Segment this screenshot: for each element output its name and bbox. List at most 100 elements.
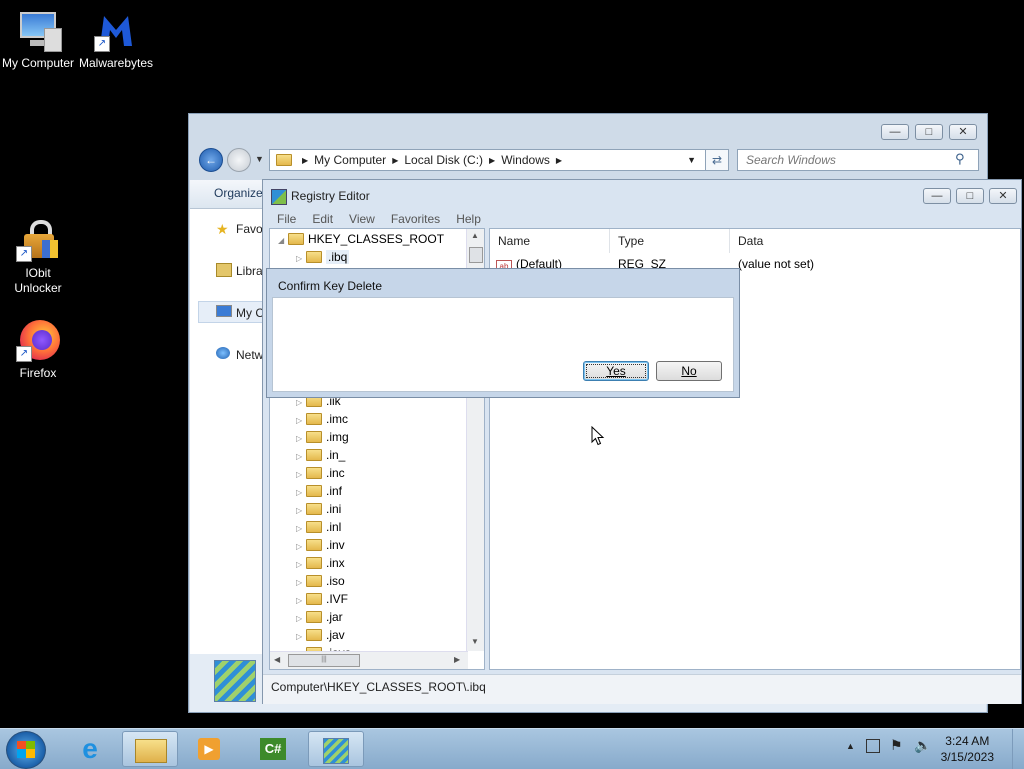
menu-edit[interactable]: Edit [304,210,341,228]
tree-node[interactable]: ▷ .inc [296,464,345,482]
expand-arrow-icon[interactable]: ▷ [296,250,306,268]
show-hidden-icons-icon[interactable]: ▲ [846,741,855,751]
breadcrumb-item[interactable]: My Computer [314,153,386,167]
desktop-icon-label: Malwarebytes [78,56,154,70]
tree-horizontal-scrollbar[interactable]: ◀ ||| ▶ [270,651,468,669]
volume-icon[interactable]: 🔈 [914,737,931,754]
taskbar-windows-explorer[interactable] [122,731,178,767]
scrollbar-thumb[interactable] [469,247,483,263]
no-button[interactable]: No [656,361,722,381]
confirm-key-delete-dialog[interactable]: Confirm Key Delete Yes No [266,268,740,398]
address-bar[interactable]: ▶ My Computer ▶ Local Disk (C:) ▶ Window… [269,149,729,171]
tree-node[interactable]: ▷ .inf [296,482,342,500]
column-data[interactable]: Data [730,229,1020,253]
registry-editor-icon [271,189,287,205]
menu-help[interactable]: Help [448,210,489,228]
nav-item-network[interactable]: Netw [236,348,263,362]
column-name[interactable]: Name [490,229,610,253]
folder-icon [306,413,322,425]
folder-icon [306,251,322,263]
desktop-icon-malwarebytes[interactable]: ↗ Malwarebytes [78,8,154,71]
network-tray-icon[interactable] [866,739,880,753]
recent-pages-dropdown-icon[interactable]: ▼ [255,154,264,164]
address-dropdown-icon[interactable]: ▼ [687,155,696,165]
taskbar-registry-editor[interactable] [308,731,364,767]
tree-node-label: .IVF [326,592,349,606]
registry-editor-window[interactable]: Registry Editor — □ ✕ File Edit View Fav… [262,179,1022,704]
chevron-right-icon: ▶ [302,155,309,165]
scroll-up-icon[interactable]: ▲ [471,231,479,240]
maximize-button[interactable]: □ [956,188,984,204]
breadcrumb-item[interactable]: Local Disk (C:) [404,153,483,167]
tree-node[interactable]: ▷ .IVF [296,590,348,608]
collapse-arrow-icon[interactable]: ◢ [278,232,288,250]
breadcrumb-item[interactable]: Windows [501,153,550,167]
search-icon: ⚲ [955,151,965,166]
tree-node-label: .inf [326,484,343,498]
back-button[interactable]: ← [199,148,223,172]
tree-node[interactable]: ▷ .jar [296,608,343,626]
tree-node-label: HKEY_CLASSES_ROOT [308,232,445,246]
desktop-icon-firefox[interactable]: ↗ Firefox [0,318,76,381]
menu-file[interactable]: File [269,210,304,228]
start-button[interactable] [6,731,46,769]
folder-icon [306,503,322,515]
minimize-button[interactable]: — [881,124,909,140]
taskbar-csharp-app[interactable]: C# [246,731,302,767]
yes-button[interactable]: Yes [583,361,649,381]
minimize-button[interactable]: — [923,188,951,204]
close-button[interactable]: ✕ [989,188,1017,204]
taskbar: e ▶ C# ▲ ⚑ 🔈 3:24 AM 3/15/2023 [0,728,1024,769]
desktop-icon-iobit-unlocker[interactable]: ↗ IObit Unlocker [0,218,76,296]
organize-button[interactable]: Organize [214,186,263,200]
tree-node-label: .jar [326,610,343,624]
maximize-button[interactable]: □ [915,124,943,140]
nav-item-computer[interactable]: My C [236,306,264,320]
menu-favorites[interactable]: Favorites [383,210,448,228]
action-center-flag-icon[interactable]: ⚑ [890,737,903,754]
tree-node[interactable]: ▷ .img [296,428,349,446]
nav-item-libraries[interactable]: Libra [236,264,263,278]
computer-icon [216,305,232,317]
title-bar[interactable]: Registry Editor — □ ✕ [263,180,1021,212]
tree-node[interactable]: ▷ .inl [296,518,341,536]
tree-node[interactable]: ▷ .jav [296,626,345,644]
folder-icon [306,467,322,479]
clock-time: 3:24 AM [945,734,990,748]
scroll-left-icon[interactable]: ◀ [274,655,280,664]
tree-root-hkcr[interactable]: ◢ HKEY_CLASSES_ROOT [278,230,444,248]
window-title: Registry Editor [291,189,370,203]
tree-node-label: .img [326,430,349,444]
show-desktop-button[interactable] [1012,729,1024,769]
tree-node[interactable]: ▷ .imc [296,410,348,428]
tree-node-ibq[interactable]: ▷ .ibq [296,248,350,268]
menu-bar: File Edit View Favorites Help [269,210,489,228]
desktop-icon-my-computer[interactable]: My Computer [0,8,76,71]
tree-node[interactable]: ▷ .inv [296,536,345,554]
scrollbar-thumb[interactable]: ||| [288,654,360,667]
tree-node[interactable]: ▷ .inx [296,554,345,572]
tree-node-label: .ibq [326,250,350,264]
tree-node[interactable]: ▷ .in_ [296,446,345,464]
scroll-down-icon[interactable]: ▼ [471,637,479,646]
network-icon [216,347,230,359]
column-type[interactable]: Type [610,229,730,253]
forward-button[interactable] [227,148,251,172]
clock[interactable]: 3:24 AM 3/15/2023 [941,733,994,765]
tree-node[interactable]: ▷ .ini [296,500,341,518]
tree-node-label: .inl [326,520,342,534]
tree-node-label: .inc [326,466,345,480]
folder-icon [135,739,167,763]
folder-icon [306,431,322,443]
media-player-icon: ▶ [198,738,220,760]
nav-item-favorites[interactable]: Favo [236,222,263,236]
close-button[interactable]: ✕ [949,124,977,140]
tree-node[interactable]: ▷ .iso [296,572,345,590]
chevron-right-icon: ▶ [392,155,399,165]
taskbar-media-player[interactable]: ▶ [182,731,238,767]
taskbar-internet-explorer[interactable]: e [62,731,118,767]
scroll-right-icon[interactable]: ▶ [454,655,460,664]
refresh-button[interactable]: ⇄ [705,149,729,171]
search-input[interactable]: Search Windows [737,149,979,171]
menu-view[interactable]: View [341,210,383,228]
